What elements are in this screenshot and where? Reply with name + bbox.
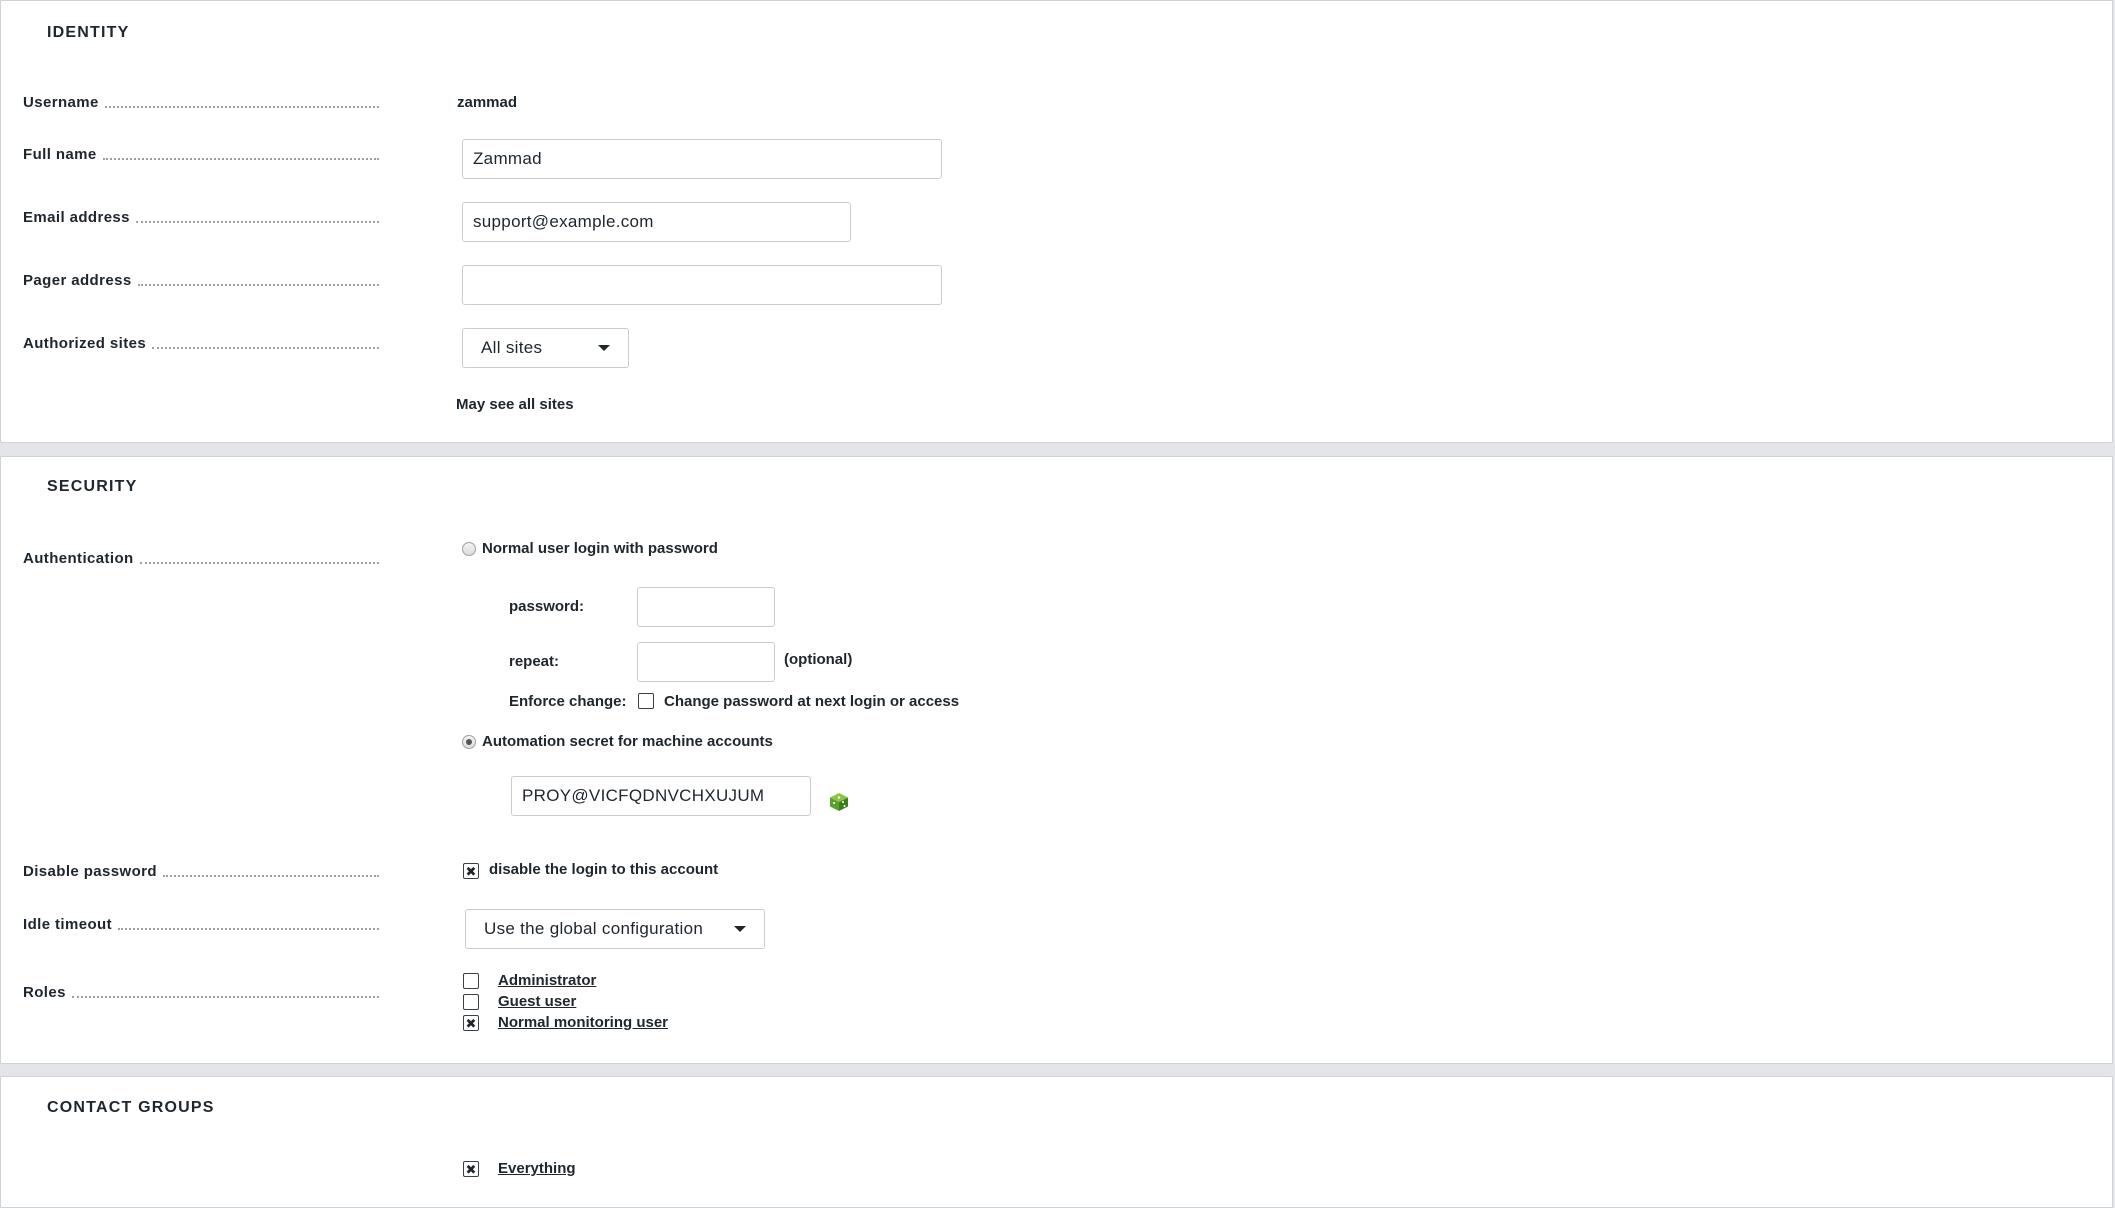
role-normal-monitoring-link[interactable]: Normal monitoring user: [498, 1014, 668, 1031]
pager-input[interactable]: [462, 265, 942, 305]
authorized-sites-value: All sites: [481, 338, 543, 357]
idle-timeout-value: Use the global configuration: [484, 919, 704, 938]
identity-section-title: IDENTITY: [47, 24, 130, 41]
enforce-change-checkbox[interactable]: [638, 693, 654, 709]
disable-login-text: disable the login to this account: [489, 861, 719, 878]
repeat-password-input[interactable]: [637, 642, 775, 682]
role-administrator-link[interactable]: Administrator: [498, 972, 596, 989]
role-guest-link[interactable]: Guest user: [498, 993, 576, 1010]
username-value: zammad: [457, 94, 518, 111]
password-input[interactable]: [637, 587, 775, 627]
contact-group-everything-link[interactable]: Everything: [498, 1160, 576, 1177]
auth-automation-radio[interactable]: [462, 735, 476, 749]
fullname-input[interactable]: Zammad: [462, 139, 942, 179]
authentication-label: Authentication: [23, 550, 379, 567]
idle-timeout-label: Idle timeout: [23, 916, 379, 933]
auth-password-radio[interactable]: [462, 542, 476, 556]
role-normal-monitoring-checkbox[interactable]: ✖: [463, 1015, 479, 1031]
enforce-change-label: Enforce change:: [509, 693, 627, 710]
username-label: Username: [23, 94, 379, 111]
chevron-down-icon: [598, 345, 610, 351]
disable-login-checkbox[interactable]: ✖: [463, 863, 479, 879]
auth-password-option-label: Normal user login with password: [482, 540, 718, 557]
email-field[interactable]: support@example.com: [462, 202, 851, 242]
repeat-label: repeat:: [509, 653, 560, 670]
identity-section: IDENTITY Username zammad Full name Zamma…: [0, 0, 2113, 443]
sites-note: May see all sites: [456, 396, 574, 413]
role-guest-checkbox[interactable]: [463, 994, 479, 1010]
security-section: SECURITY Authentication Normal user logi…: [0, 456, 2113, 1064]
email-label: Email address: [23, 209, 379, 226]
pager-label: Pager address: [23, 272, 379, 289]
idle-timeout-select[interactable]: Use the global configuration: [465, 909, 765, 949]
chevron-down-icon: [734, 926, 746, 932]
role-administrator-checkbox[interactable]: [463, 973, 479, 989]
fullname-label: Full name: [23, 146, 379, 163]
automation-secret-input[interactable]: PROY@VICFQDNVCHXUJUM: [511, 776, 811, 816]
disable-password-label: Disable password: [23, 863, 379, 880]
random-dice-icon[interactable]: [829, 792, 849, 812]
sites-label: Authorized sites: [23, 335, 379, 352]
roles-label: Roles: [23, 984, 379, 1001]
contact-groups-section-title: CONTACT GROUPS: [47, 1099, 215, 1116]
authorized-sites-select[interactable]: All sites: [462, 328, 629, 368]
enforce-change-text: Change password at next login or access: [664, 693, 960, 710]
contact-group-everything-checkbox[interactable]: ✖: [463, 1161, 479, 1177]
password-label: password:: [509, 598, 585, 615]
optional-text: (optional): [784, 651, 853, 668]
auth-automation-option-label: Automation secret for machine accounts: [482, 733, 773, 750]
contact-groups-section: CONTACT GROUPS ✖ Everything: [0, 1076, 2113, 1208]
security-section-title: SECURITY: [47, 478, 138, 495]
